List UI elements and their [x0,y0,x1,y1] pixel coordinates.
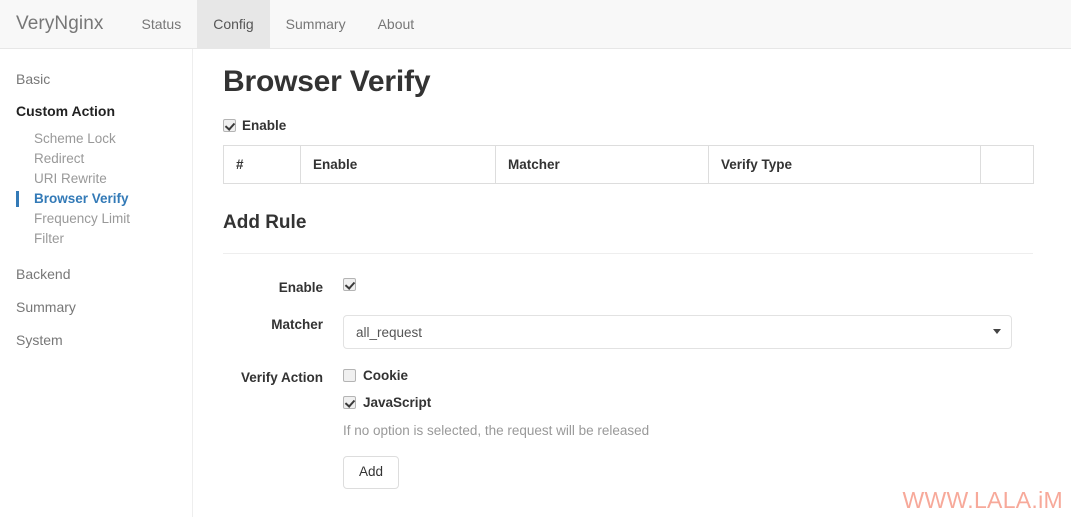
form-label-enable: Enable [278,280,323,295]
add-rule-title: Add Rule [223,212,307,233]
sidebar-item-scheme-lock[interactable]: Scheme Lock [0,129,192,149]
column-header-actions [980,145,1034,184]
global-enable-row: Enable [223,118,1071,133]
column-header-index: # [223,145,301,184]
form-field-enable [343,278,1071,294]
rules-table: # Enable Matcher Verify Type [223,145,1034,184]
form-row-enable: Enable [223,278,1071,296]
sidebar-item-scheme-lock-label: Scheme Lock [34,131,116,146]
sidebar-item-backend[interactable]: Backend [0,266,192,282]
sidebar-item-filter[interactable]: Filter [0,229,192,249]
verify-option-javascript-row: JavaScript [343,395,1071,410]
sidebar-item-browser-verify-label: Browser Verify [34,191,129,206]
page-title: Browser Verify [223,65,431,98]
page-body: Basic Custom Action Scheme Lock Redirect… [0,49,1071,517]
sidebar-item-basic-label: Basic [16,71,51,87]
global-enable-checkbox[interactable] [223,119,236,132]
sidebar-item-frequency-limit[interactable]: Frequency Limit [0,209,192,229]
nav-item-summary-label: Summary [285,16,346,32]
add-rule-button[interactable]: Add [343,456,400,489]
nav-item-about[interactable]: About [362,0,431,48]
form-label-matcher: Matcher [271,317,323,332]
brand-label: VeryNginx [16,13,104,34]
verify-option-cookie-row: Cookie [343,368,1071,383]
sidebar-item-uri-rewrite-label: URI Rewrite [34,171,107,186]
rule-enable-checkbox[interactable] [343,278,356,291]
sidebar-item-redirect-label: Redirect [34,151,85,166]
nav-item-config-label: Config [213,16,254,32]
form-field-verify-action: Cookie JavaScript If no option is select… [343,368,1071,489]
form-row-matcher: Matcher all_request [223,315,1071,349]
matcher-select[interactable]: all_request [343,315,1012,349]
sidebar-item-uri-rewrite[interactable]: URI Rewrite [0,169,192,189]
navbar-items: Status Config Summary About [126,0,431,48]
active-indicator-bar [16,191,19,207]
add-rule-divider [223,253,1033,254]
sidebar-item-filter-label: Filter [34,231,64,246]
sidebar-item-redirect[interactable]: Redirect [0,149,192,169]
rules-table-head: # Enable Matcher Verify Type [223,145,1034,184]
sidebar-group-custom-action-label: Custom Action [16,103,116,119]
verify-option-cookie-checkbox[interactable] [343,369,356,382]
nav-item-config[interactable]: Config [197,0,270,48]
sidebar-item-browser-verify[interactable]: Browser Verify [0,189,192,209]
matcher-select-wrapper: all_request [343,315,1012,349]
sidebar-item-system-label: System [16,332,63,348]
main-content: Browser Verify Enable # Enable Matcher V… [193,49,1071,517]
watermark: WWW.LALA.iM [902,487,1063,513]
sidebar-item-summary-label: Summary [16,299,76,315]
top-navbar: VeryNginx Status Config Summary About [0,0,1071,49]
verify-option-cookie-label: Cookie [363,368,409,383]
form-row-verify-action: Verify Action Cookie JavaScript If no op… [223,368,1071,489]
verify-option-javascript-checkbox[interactable] [343,396,356,409]
nav-item-summary[interactable]: Summary [270,0,362,48]
sidebar-item-system[interactable]: System [0,332,192,348]
nav-item-about-label: About [377,16,415,32]
verify-action-hint: If no option is selected, the request wi… [343,423,650,438]
nav-item-status[interactable]: Status [126,0,198,48]
verify-option-javascript-label: JavaScript [363,395,432,410]
form-label-verify-action: Verify Action [240,370,323,385]
rules-table-header-row: # Enable Matcher Verify Type [223,145,1034,184]
sidebar-group-custom-action[interactable]: Custom Action [0,103,192,119]
sidebar: Basic Custom Action Scheme Lock Redirect… [0,49,193,517]
global-enable-label: Enable [242,118,287,133]
column-header-verify-type: Verify Type [708,145,981,184]
nav-item-status-label: Status [141,16,182,32]
sidebar-item-basic[interactable]: Basic [0,71,192,87]
sidebar-item-summary[interactable]: Summary [0,299,192,315]
form-field-matcher: all_request [343,315,1071,349]
add-rule-form: Enable Matcher all_request Verify Action… [223,278,1071,489]
sidebar-item-frequency-limit-label: Frequency Limit [34,211,131,226]
brand-logo[interactable]: VeryNginx [0,0,119,48]
column-header-enable: Enable [300,145,496,184]
sidebar-item-backend-label: Backend [16,266,71,282]
column-header-matcher: Matcher [495,145,709,184]
